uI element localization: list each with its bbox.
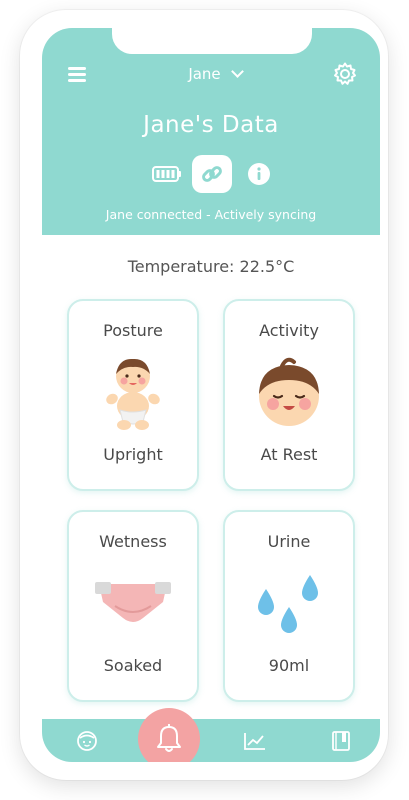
alerts-button[interactable] [138, 708, 200, 762]
baby-face-icon [259, 357, 319, 426]
nav-journal[interactable] [326, 719, 356, 762]
card-value: At Rest [260, 445, 318, 464]
activity-card[interactable]: Activity At Rest [223, 299, 355, 491]
wetness-card[interactable]: Wetness Soaked [67, 510, 199, 702]
user-name: Jane [188, 65, 221, 83]
urine-card[interactable]: Urine 90ml [223, 510, 355, 702]
journal-icon [332, 730, 350, 751]
user-selector[interactable]: Jane [170, 62, 260, 86]
nav-baby-profile[interactable] [72, 719, 102, 762]
card-value: Upright [103, 445, 163, 464]
app-screen: Jane Jane's Data Jane connected - Active… [42, 28, 380, 762]
card-label: Wetness [99, 532, 167, 551]
connection-button[interactable] [192, 155, 232, 193]
battery-icon [152, 166, 181, 182]
link-icon [202, 166, 222, 182]
chart-icon [244, 732, 265, 750]
nav-chart[interactable] [240, 719, 270, 762]
gear-icon[interactable] [332, 61, 358, 87]
card-label: Activity [259, 321, 319, 340]
header: Jane Jane's Data Jane connected - Active… [42, 28, 380, 235]
phone-notch [112, 28, 312, 54]
card-value: Soaked [103, 656, 163, 675]
card-label: Posture [103, 321, 163, 340]
bottom-nav [42, 719, 380, 762]
menu-icon[interactable] [68, 67, 86, 82]
posture-card[interactable]: Posture Upright [67, 299, 199, 491]
card-label: Urine [267, 532, 311, 551]
baby-upright-icon [106, 358, 160, 430]
chevron-down-icon [230, 65, 244, 78]
info-icon[interactable] [247, 162, 271, 186]
page-title: Jane's Data [143, 112, 279, 138]
water-drops-icon [258, 575, 318, 633]
temperature-readout: Temperature: 22.5°C [127, 257, 295, 276]
diaper-icon [95, 582, 171, 622]
bell-icon [157, 724, 181, 752]
baby-profile-icon [77, 730, 97, 751]
card-value: 90ml [268, 656, 310, 675]
connection-status: Jane connected - Actively syncing [105, 207, 317, 222]
